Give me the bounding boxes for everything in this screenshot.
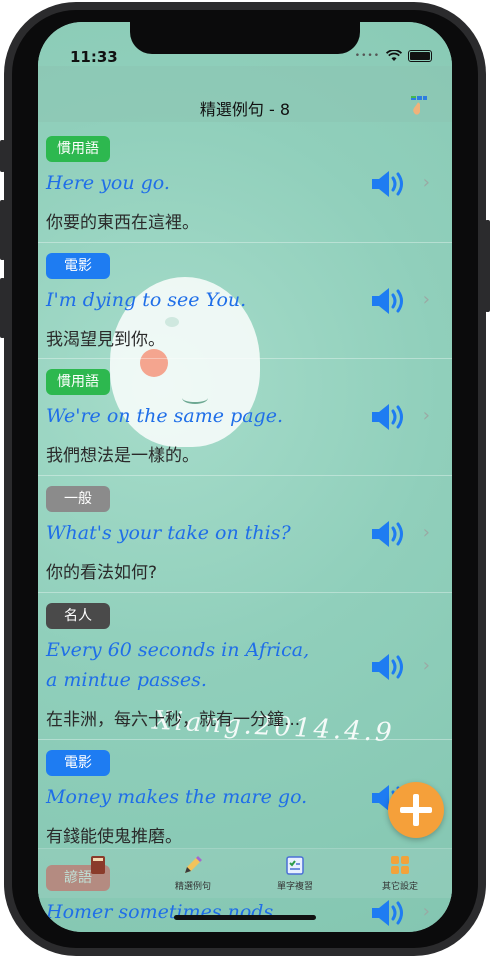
english-sentence: Every 60 seconds in Africa, — [46, 639, 310, 661]
pencil-icon — [185, 856, 202, 873]
speaker-icon[interactable] — [370, 651, 408, 683]
speaker-icon[interactable] — [370, 168, 408, 200]
cards-icon[interactable] — [410, 94, 428, 118]
chinese-translation: 我們想法是一樣的。 — [46, 446, 199, 466]
volume-down-button — [0, 278, 5, 338]
category-tag: 慣用語 — [46, 136, 110, 162]
chinese-translation: 我渴望見到你。 — [46, 330, 165, 350]
chevron-right-icon: › — [422, 522, 430, 543]
status-icons: •••• — [355, 50, 432, 62]
english-sentence: Money makes the mare go. — [46, 786, 308, 808]
tab-vocabulary-review[interactable]: 單字複習 — [255, 854, 335, 892]
home-indicator — [174, 915, 316, 920]
tab-label: 其它設定 — [381, 882, 418, 892]
tab-bar: 精選例句 單字複習 其它設定 — [38, 848, 452, 898]
english-sentence: What's your take on this? — [46, 522, 291, 544]
signal-dots-icon: •••• — [354, 51, 380, 61]
add-button[interactable] — [388, 782, 444, 838]
list-item[interactable]: 一般 What's your take on this? 你的看法如何? › — [38, 476, 452, 593]
chevron-right-icon: › — [422, 655, 430, 676]
chinese-translation: 你要的東西在這裡。 — [46, 213, 199, 233]
notch — [130, 22, 360, 54]
english-sentence: I'm dying to see You. — [46, 289, 247, 311]
battery-icon — [408, 50, 432, 62]
speaker-icon[interactable] — [370, 401, 408, 433]
tab-label: 單字複習 — [276, 882, 313, 892]
speaker-icon[interactable] — [370, 285, 408, 317]
chinese-translation: 有錢能使鬼推磨。 — [46, 827, 182, 847]
book-icon — [91, 856, 105, 874]
navigation-bar: 精選例句 - 8 — [38, 66, 452, 122]
mute-switch — [0, 140, 5, 172]
category-tag: 電影 — [46, 750, 110, 776]
list-item[interactable]: 慣用語 We're on the same page. 我們想法是一樣的。 › — [38, 359, 452, 476]
checklist-icon — [286, 856, 304, 875]
category-tag: 名人 — [46, 603, 110, 629]
category-tag: 慣用語 — [46, 369, 110, 395]
english-sentence-line-2: a mintue passes. — [46, 669, 207, 691]
status-bar: 11:33 •••• — [38, 22, 452, 66]
page-title: 精選例句 - 8 — [199, 100, 291, 119]
category-tag: 電影 — [46, 253, 110, 279]
chinese-translation: 在非洲，每六十秒，就有一分鐘... — [46, 710, 301, 730]
tab-other-settings[interactable]: 其它設定 — [360, 854, 440, 892]
category-tag: 一般 — [46, 486, 110, 512]
grid-icon — [391, 856, 409, 874]
chevron-right-icon: › — [422, 172, 430, 193]
volume-up-button — [0, 200, 5, 260]
app-screen: Xiang.2014.4.9 11:33 •••• 精選例句 - 8 慣用語 H… — [38, 22, 452, 932]
speaker-icon[interactable] — [370, 518, 408, 550]
list-item[interactable]: 電影 I'm dying to see You. 我渴望見到你。 › — [38, 243, 452, 359]
status-time: 11:33 — [70, 48, 118, 66]
english-sentence: We're on the same page. — [46, 405, 283, 427]
list-item[interactable]: 慣用語 Here you go. 你要的東西在這裡。 › — [38, 122, 452, 243]
power-button — [485, 220, 490, 312]
english-sentence: Homer sometimes nods. — [46, 901, 280, 923]
tab-proverbs[interactable] — [58, 854, 138, 876]
tab-selected-sentences[interactable]: 精選例句 — [153, 854, 233, 892]
speaker-icon[interactable] — [370, 897, 408, 929]
chevron-right-icon: › — [422, 405, 430, 426]
list-item[interactable]: 名人 Every 60 seconds in Africa, a mintue … — [38, 593, 452, 740]
wifi-icon — [386, 50, 402, 61]
tab-label: 精選例句 — [174, 882, 211, 892]
chinese-translation: 你的看法如何? — [46, 563, 158, 583]
english-sentence: Here you go. — [46, 172, 170, 194]
chevron-right-icon: › — [422, 901, 430, 922]
chevron-right-icon: › — [422, 289, 430, 310]
list-item[interactable]: 電影 Money makes the mare go. 有錢能使鬼推磨。 — [38, 740, 452, 849]
